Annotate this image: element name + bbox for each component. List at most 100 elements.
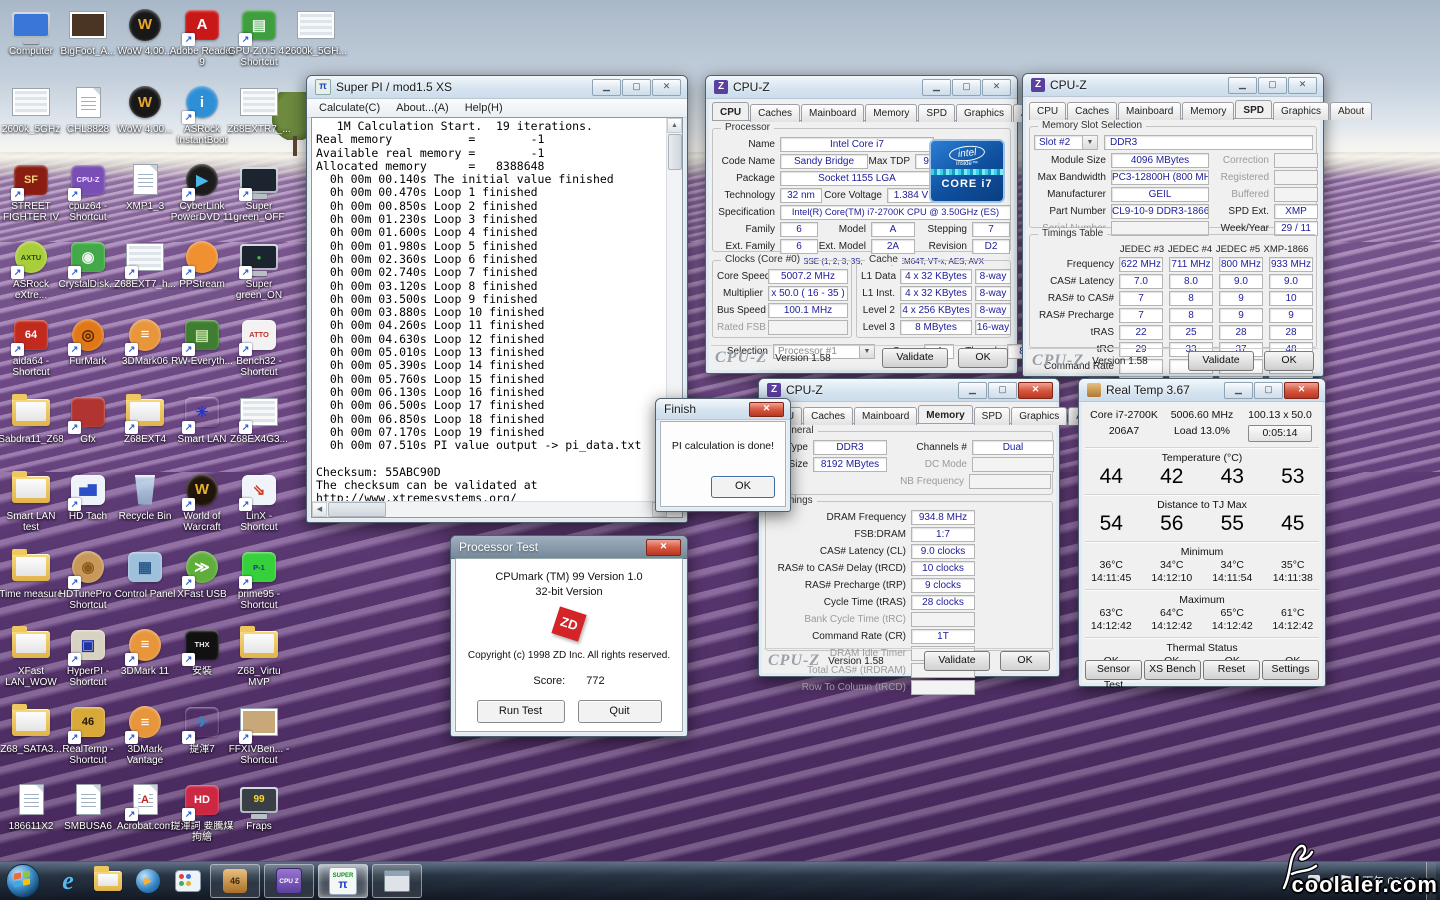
desktop-icon[interactable]: A ↗ Adobe Reader 9 [170, 6, 234, 68]
desktop-icon[interactable]: 46 ↗ RealTemp - Shortcut [59, 704, 117, 766]
close-button[interactable]: ✕ [1284, 381, 1319, 399]
desktop-icon[interactable]: ≡ ↗ 3DMark 11 [116, 626, 174, 677]
validate-button[interactable]: Validate [1188, 351, 1254, 371]
scroll-thumb[interactable] [328, 502, 386, 517]
desktop-icon[interactable]: XMP1_3 [116, 161, 174, 212]
tab-mainboard[interactable]: Mainboard [854, 407, 918, 425]
tab-memory[interactable]: Memory [918, 405, 973, 423]
desktop-icon[interactable]: CPU-Z ↗ cpuz64 - Shortcut [59, 161, 117, 223]
desktop-icon[interactable]: ↗ Z68EXT7_h... [114, 239, 176, 290]
desktop-icon[interactable]: ▣ ↗ HyperPI - Shortcut [59, 626, 117, 688]
desktop-icon[interactable]: ▅▇ ↗ HD Tach [59, 471, 117, 522]
reset-button[interactable]: Reset [1203, 660, 1260, 680]
slot-dropdown[interactable]: Slot #2 ▼ [1034, 135, 1098, 150]
taskbar-ie-icon[interactable]: e [48, 863, 88, 899]
tab-spd[interactable]: SPD [918, 104, 955, 122]
quit-button[interactable]: Quit [577, 700, 662, 723]
desktop-icon[interactable]: ✈ ↗ 提渾7 [173, 704, 231, 755]
desktop-icon[interactable]: 2600k_5GHz [2, 84, 60, 135]
desktop-icon[interactable]: Z68EXTR7_... [227, 84, 291, 135]
tab-cpu[interactable]: CPU [712, 102, 750, 120]
maximize-button[interactable]: ▢ [1258, 76, 1287, 94]
validate-button[interactable]: Validate [924, 651, 990, 671]
run-test-button[interactable]: Run Test [476, 700, 565, 723]
taskbar-superpi-button[interactable]: SUPER π [318, 864, 368, 898]
cpuz-titlebar[interactable]: Z CPU-Z ▁ ▢ ✕ [1023, 74, 1323, 97]
desktop-icon[interactable]: ◉ ↗ HDTunePro - Shortcut [59, 549, 117, 611]
menu-item-help[interactable]: Help(H) [457, 101, 511, 115]
desktop-icon[interactable]: W WoW 4.00... [116, 6, 174, 57]
tab-graphics[interactable]: Graphics [1011, 407, 1068, 425]
tab-graphics[interactable]: Graphics [1272, 102, 1329, 120]
desktop-icon[interactable]: BigFoot_A... [59, 6, 117, 57]
desktop-icon[interactable]: ◉ ↗ CrystalDisk... [59, 239, 117, 290]
maximize-button[interactable]: ▢ [988, 381, 1017, 399]
close-button[interactable]: ✕ [982, 78, 1011, 96]
tab-memory[interactable]: Memory [1182, 102, 1235, 120]
desktop-icon[interactable]: W WoW 4.00... [116, 84, 174, 135]
close-button[interactable]: ✕ [1018, 381, 1053, 399]
desktop-icon[interactable]: ≡ ↗ 3DMark06 [116, 316, 174, 367]
desktop-icon[interactable]: ▦ Control Panel [115, 549, 175, 600]
desktop-icon[interactable]: ↗ Gfx [59, 394, 117, 445]
desktop-icon[interactable]: ↗ Super green_OFF [230, 161, 288, 223]
scroll-up-button[interactable]: ▲ [667, 118, 682, 133]
desktop-icon[interactable]: ↗ Z68EXT4 [116, 393, 174, 445]
desktop-icon[interactable]: ● ↗ Super green_ON [230, 239, 288, 301]
taskbar-cpumark-button[interactable] [372, 864, 422, 898]
taskbar-explorer-icon[interactable] [88, 863, 128, 899]
desktop-icon[interactable]: 186611X2 [2, 781, 60, 832]
validate-button[interactable]: Validate [882, 348, 948, 368]
desktop-icon[interactable]: SMBUSA6 [59, 781, 117, 832]
tab-caches[interactable]: Caches [1067, 102, 1118, 120]
desktop-icon[interactable]: Recycle Bin [116, 471, 174, 522]
desktop-icon[interactable]: ▤ ↗ RW-Everyth... [171, 316, 233, 367]
tab-mainboard[interactable]: Mainboard [801, 104, 865, 122]
desktop-icon[interactable]: XFast LAN_WOW [2, 626, 60, 688]
desktop-icon[interactable]: W ↗ World of Warcraft [173, 471, 231, 533]
cpuz-titlebar[interactable]: Z CPU-Z ▁ ▢ ✕ [706, 76, 1017, 99]
cpuz-titlebar[interactable]: Z CPU-Z ▁ ▢ ✕ [759, 379, 1059, 402]
menu-item-calculate[interactable]: Calculate(C) [311, 101, 388, 115]
desktop-icon[interactable]: AXTU ↗ ASRock eXtre... [2, 239, 60, 301]
tab-caches[interactable]: Caches [750, 104, 801, 122]
menu-item-about...[interactable]: About...(A) [388, 101, 457, 115]
start-button[interactable] [6, 864, 40, 898]
tab-graphics[interactable]: Graphics [955, 104, 1012, 122]
taskbar-cpuz-button[interactable]: CPU Z [264, 864, 314, 898]
desktop-icon[interactable]: ◎ ↗ FurMark [59, 316, 117, 367]
desktop-icon[interactable]: THX ↗ 安裝 [173, 626, 231, 677]
maximize-button[interactable]: ▢ [952, 78, 981, 96]
close-button[interactable]: ✕ [646, 538, 681, 556]
ok-button[interactable]: OK [711, 476, 775, 498]
minimize-button[interactable]: ▁ [922, 78, 951, 96]
desktop-icon[interactable]: ATTO ↗ Bench32 - Shortcut [230, 316, 288, 378]
taskbar-wmp-icon[interactable]: ▶ [128, 863, 168, 899]
desktop-icon[interactable]: P-1 ↗ prime95 - Shortcut [230, 549, 288, 611]
desktop-icon[interactable]: Time measure [0, 548, 63, 600]
ok-button[interactable]: OK [958, 348, 1008, 368]
minimize-button[interactable]: ▁ [958, 381, 987, 399]
desktop-icon[interactable]: Z68_Virtu MVP [230, 626, 288, 688]
tab-spd[interactable]: SPD [1235, 100, 1272, 118]
desktop-icon[interactable]: A ↗ Acrobat.com [116, 781, 174, 832]
tab-about[interactable]: About [1330, 102, 1373, 120]
desktop-icon[interactable]: Z68_SATA3... [0, 703, 62, 755]
horizontal-scrollbar[interactable]: ◀ ▶ [312, 501, 667, 517]
desktop-icon[interactable]: ✳ ↗ Smart LAN [173, 394, 231, 445]
desktop-icon[interactable]: ↗ Z68EX4G3... [230, 394, 288, 445]
superpi-titlebar[interactable]: π Super PI / mod1.5 XS ▁ ▢ ✕ [307, 76, 687, 99]
uptime-timer[interactable]: 0:05:14 [1248, 425, 1312, 442]
maximize-button[interactable]: ▢ [1254, 381, 1283, 399]
processor-test-titlebar[interactable]: Processor Test ✕ [451, 536, 687, 559]
tab-caches[interactable]: Caches [803, 407, 854, 425]
realtemp-titlebar[interactable]: Real Temp 3.67 ▁ ▢ ✕ [1079, 379, 1325, 402]
tab-mainboard[interactable]: Mainboard [1118, 102, 1182, 120]
finish-titlebar[interactable]: Finish ✕ [656, 399, 790, 420]
desktop-icon[interactable]: i ↗ ASRock InstantBoot [173, 84, 231, 146]
taskbar-paint-icon[interactable] [168, 863, 208, 899]
desktop-icon[interactable]: ↗ FFXIVBen... - Shortcut [229, 704, 289, 766]
minimize-button[interactable]: ▁ [1224, 381, 1253, 399]
desktop-icon[interactable]: CHL8828 [59, 84, 117, 135]
sensor-test-button[interactable]: Sensor Test [1085, 660, 1142, 691]
